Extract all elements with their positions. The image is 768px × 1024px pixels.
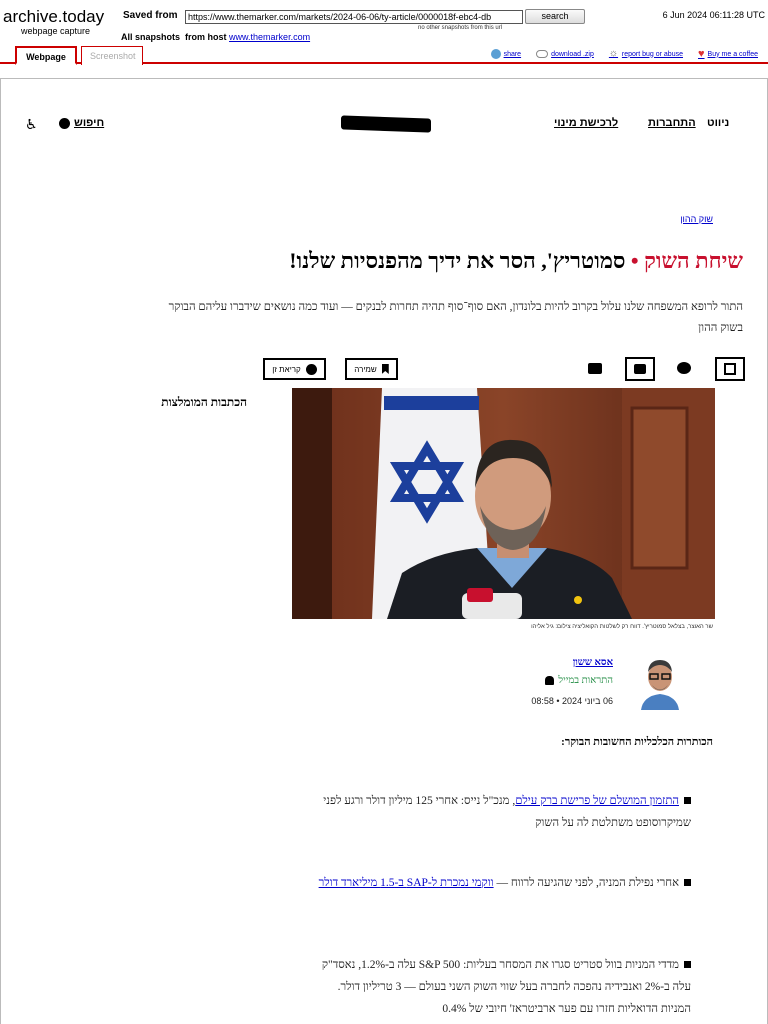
share-link[interactable]: share <box>490 49 522 59</box>
tab-webpage[interactable]: Webpage <box>15 46 77 65</box>
report-bug-link[interactable]: ☼ report bug or abuse <box>609 49 683 59</box>
all-snapshots-row: All snapshots from host www.themarker.co… <box>121 32 310 42</box>
host-link[interactable]: www.themarker.com <box>229 32 310 42</box>
share-icon <box>490 49 501 59</box>
bullet-square <box>684 879 691 886</box>
nav-search-button[interactable]: חיפוש <box>59 117 104 129</box>
hero-photo <box>292 388 715 619</box>
url-input[interactable]: https://www.themarker.com/markets/2024-0… <box>185 10 523 24</box>
saved-from-label: Saved from <box>123 10 178 21</box>
nav-menu-button[interactable]: ניווט <box>707 117 729 129</box>
bullet-2-link[interactable]: ווקמי נמכרת ל-SAP ב-1.5 מיליארד דולר <box>319 877 494 889</box>
tab-screenshot[interactable]: Screenshot <box>81 46 143 65</box>
download-zip-label: download .zip <box>551 50 594 58</box>
nav-login-link[interactable]: התחברות <box>648 117 696 129</box>
article-hero-image <box>292 388 715 619</box>
download-zip-link[interactable]: download .zip <box>536 49 594 59</box>
article-subhead: התור לרופא המשפחה שלנו עלול בקרוב להיות … <box>168 301 743 334</box>
all-snapshots-label: All snapshots <box>121 32 181 42</box>
nav-search-label: חיפוש <box>74 117 105 129</box>
archive-logo-subtitle: webpage capture <box>21 26 91 36</box>
bullet-item-2: אחרי נפילת המניה, לפני שהגיעה לרווח — וו… <box>311 872 691 894</box>
capture-date: 6 Jun 2024 06:11:28 UTC <box>662 10 765 20</box>
site-logo-redacted[interactable] <box>341 115 431 133</box>
search-icon <box>59 117 70 129</box>
recommended-articles-heading: הכתבות המומלצות <box>161 395 247 409</box>
bullet-1-link[interactable]: התזמון המושלם של פרישת ברק עילם <box>515 795 679 807</box>
print-button[interactable] <box>625 357 655 381</box>
captured-page: ♿ חיפוש לרכישת מינוי התחברות ניווט שוק ה… <box>0 78 768 1024</box>
buy-coffee-link[interactable]: ♥ Buy me a coffee <box>698 48 758 60</box>
save-label: שמירה <box>354 364 377 374</box>
archive-logo[interactable]: archive.today <box>3 7 104 27</box>
zen-icon <box>305 363 317 375</box>
bell-icon <box>545 676 555 685</box>
zen-reading-button[interactable]: קריאת זן <box>263 358 326 380</box>
bullet-item-3: מדדי המניות בוול סטריט סגרו את המסחר בעל… <box>311 954 691 1020</box>
accessibility-icon[interactable]: ♿ <box>25 116 38 133</box>
save-article-button[interactable]: שמירה <box>345 358 398 380</box>
bullet-3-text: מדדי המניות בוול סטריט סגרו את המסחר בעל… <box>321 959 691 1015</box>
gift-article-button[interactable] <box>715 357 745 381</box>
bookmark-icon <box>381 364 389 374</box>
bullet-item-1: התזמון המושלם של פרישת ברק עילם, מנכ"ל נ… <box>311 790 691 834</box>
author-name-link[interactable]: אסא ששון <box>573 657 613 668</box>
body-heading: הכותרות הכלכליות החשובות הבוקר: <box>561 736 713 748</box>
article-headline: שיחת השוק • סמוטריץ', הסר את ידיך מהפנסי… <box>183 248 743 274</box>
email-alerts-label: התראות במייל <box>558 675 613 686</box>
report-bug-label: report bug or abuse <box>621 50 683 58</box>
image-caption: שר האוצר, בצלאל סמוטריץ'. דווח רק לשלטות… <box>531 624 713 630</box>
no-other-snapshots-note: no other snapshots from this url <box>418 25 503 31</box>
headline-separator: • <box>630 248 639 273</box>
heart-icon: ♥ <box>698 48 705 60</box>
publish-date: 06 ביוני 2024 • 08:58 <box>531 696 613 706</box>
archive-actions: share download .zip ☼ report bug or abus… <box>490 48 758 60</box>
headline-title: סמוטריץ', הסר את ידיך מהפנסיות שלנו! <box>289 248 626 273</box>
archive-header: archive.today webpage capture Saved from… <box>0 0 768 65</box>
nav-subscribe-link[interactable]: לרכישת מינוי <box>554 117 618 129</box>
author-avatar[interactable] <box>637 652 683 710</box>
chat-icon[interactable] <box>588 363 602 374</box>
headline-kicker: שיחת השוק <box>644 248 743 273</box>
bullet-square <box>684 961 691 968</box>
search-button[interactable]: search <box>525 9 585 24</box>
gift-icon <box>724 363 736 375</box>
section-breadcrumb[interactable]: שוק ההון <box>680 214 713 224</box>
zen-label: קריאת זן <box>272 364 301 374</box>
email-alerts-button[interactable]: התראות במייל <box>545 675 613 686</box>
comment-icon[interactable] <box>677 362 691 374</box>
from-host-label: from host <box>185 32 227 42</box>
cloud-download-icon <box>536 50 549 58</box>
buy-coffee-label: Buy me a coffee <box>707 50 758 58</box>
print-icon <box>634 364 646 374</box>
share-label: share <box>503 50 522 58</box>
bug-icon: ☼ <box>608 48 619 59</box>
bullet-square <box>684 797 691 804</box>
bullet-2-text: אחרי נפילת המניה, לפני שהגיעה לרווח — <box>493 877 679 889</box>
